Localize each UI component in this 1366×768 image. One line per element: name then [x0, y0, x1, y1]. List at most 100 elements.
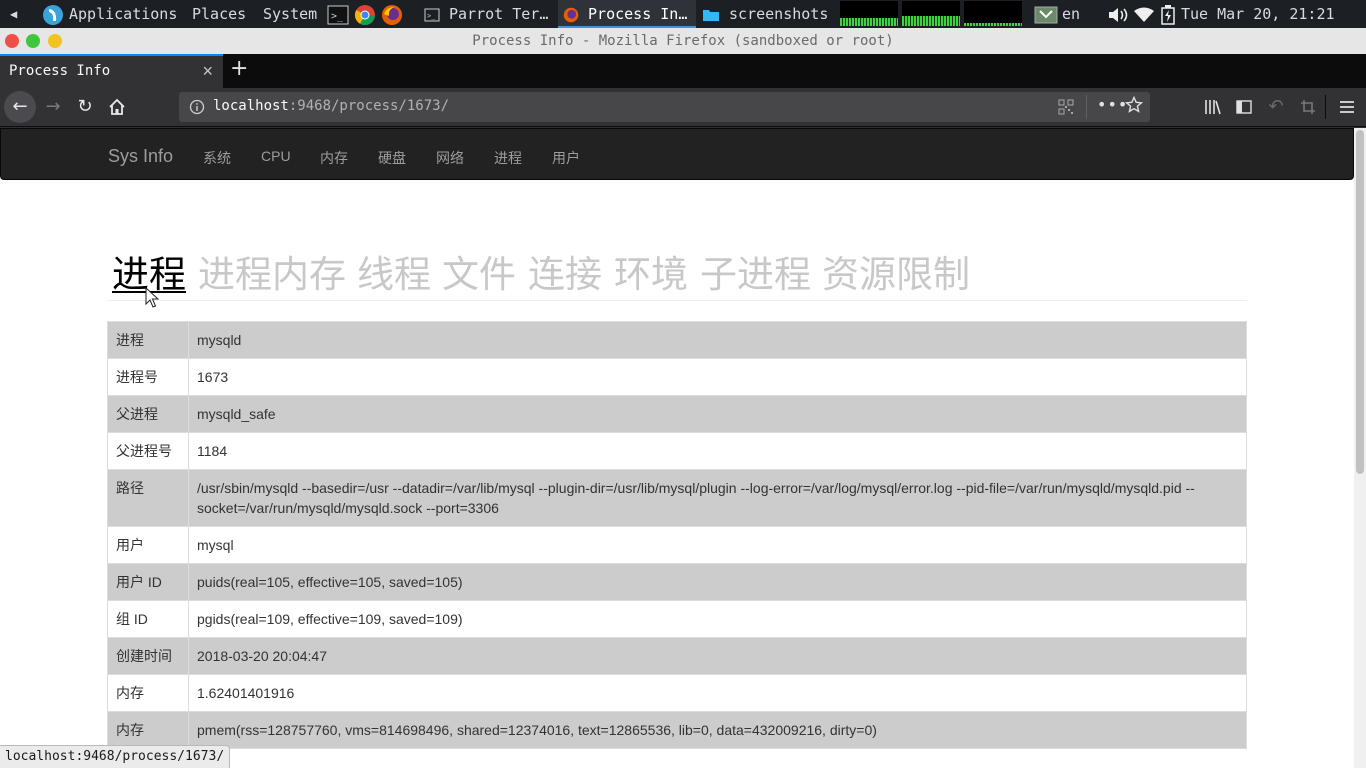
subtab-children[interactable]: 子进程: [700, 244, 811, 298]
row-value: mysql: [188, 526, 1247, 564]
battery-icon[interactable]: [1161, 0, 1175, 28]
svg-text:>_: >_: [331, 11, 344, 22]
row-key: 内存: [107, 674, 189, 712]
nav-item-process[interactable]: 进程: [494, 148, 522, 168]
back-arrow-icon[interactable]: ←: [4, 91, 36, 123]
row-value: 2018-03-20 20:04:47: [188, 637, 1247, 675]
tab-close-icon[interactable]: ×: [202, 61, 213, 82]
table-row: 内存 pmem(rss=128757760, vms=814698496, sha…: [107, 711, 1247, 749]
window-titlebar: Process Info - Mozilla Firefox (sandboxe…: [0, 28, 1366, 54]
table-row: 父进程号 1184: [107, 432, 1247, 470]
volume-icon[interactable]: [1107, 0, 1131, 28]
table-row: 组 ID pgids(real=109, effective=109, saved…: [107, 600, 1247, 638]
forward-arrow-icon[interactable]: →: [38, 93, 68, 121]
taskbar-firefox[interactable]: Process In…: [558, 0, 696, 28]
subtab-threads[interactable]: 线程: [357, 244, 431, 298]
url-path: :9468/process/1673/: [288, 98, 450, 114]
header-divider: [107, 300, 1247, 301]
menu-places[interactable]: Places: [192, 0, 246, 28]
menu-applications[interactable]: Applications: [69, 0, 177, 28]
row-value: 1184: [188, 432, 1247, 470]
row-value: puids(real=105, effective=105, saved=105…: [188, 563, 1247, 601]
table-row: 创建时间 2018-03-20 20:04:47: [107, 637, 1247, 675]
library-icon[interactable]: [1198, 93, 1228, 121]
page-actions-menu-icon[interactable]: •••: [1097, 95, 1128, 114]
screenshot-crop-icon[interactable]: [1293, 93, 1323, 121]
table-row: 父进程 mysqld_safe: [107, 395, 1247, 433]
sidebar-toggle-icon[interactable]: [1229, 93, 1259, 121]
link-status-bar: localhost:9468/process/1673/: [0, 745, 231, 768]
home-icon[interactable]: [102, 93, 132, 121]
subtab-connections[interactable]: 连接: [528, 244, 602, 298]
keyboard-icon[interactable]: [1034, 0, 1058, 28]
taskbar-files-label: screenshots: [729, 5, 829, 23]
url-host: localhost: [213, 98, 289, 114]
window-title: Process Info - Mozilla Firefox (sandboxe…: [472, 33, 894, 49]
os-top-panel: ◀ Applications Places System >_ >_ Parro…: [0, 0, 1366, 28]
nav-item-system[interactable]: 系统: [203, 148, 231, 168]
subtab-resource-limits[interactable]: 资源限制: [822, 244, 970, 298]
table-row: 用户 ID puids(real=105, effective=105, save…: [107, 563, 1247, 601]
terminal-launcher-icon[interactable]: >_: [327, 0, 349, 28]
firefox-task-icon: [563, 5, 579, 23]
browser-toolbar: ← → ↻ localhost:9468/process/1673/ ••• ↶: [0, 88, 1366, 127]
row-value: pmem(rss=128757760, vms=814698496, share…: [188, 711, 1247, 749]
row-key: 内存: [107, 711, 189, 749]
url-text[interactable]: localhost:9468/process/1673/: [213, 98, 449, 114]
firefox-launcher-icon[interactable]: [381, 0, 403, 28]
clock[interactable]: Tue Mar 20, 21:21: [1181, 0, 1335, 28]
row-key: 组 ID: [107, 600, 189, 638]
svg-text:>_: >_: [427, 12, 436, 20]
nav-item-cpu[interactable]: CPU: [261, 148, 291, 164]
process-info-table: 进程 mysqld 进程号 1673 父进程 mysqld_safe 父进程号 1184…: [107, 321, 1247, 749]
subtab-process-memory[interactable]: 进程内存: [198, 244, 346, 298]
row-key: 用户: [107, 526, 189, 564]
wifi-icon[interactable]: [1133, 0, 1155, 28]
taskbar-terminal[interactable]: >_ Parrot Ter…: [418, 0, 556, 28]
undo-close-icon[interactable]: ↶: [1261, 93, 1291, 121]
nav-item-disk[interactable]: 硬盘: [378, 148, 406, 168]
row-value: mysqld_safe: [188, 395, 1247, 433]
qr-code-icon[interactable]: [1058, 99, 1074, 120]
url-bar[interactable]: localhost:9468/process/1673/ •••: [179, 92, 1150, 122]
nav-item-memory[interactable]: 内存: [320, 148, 348, 168]
nav-item-network[interactable]: 网络: [436, 148, 464, 168]
bookmark-star-icon[interactable]: [1124, 95, 1144, 119]
terminal-task-icon: >_: [424, 5, 440, 23]
row-key: 创建时间: [107, 637, 189, 675]
taskbar-terminal-label: Parrot Ter…: [449, 5, 549, 23]
tab-process-info[interactable]: Process Info ×: [0, 54, 223, 88]
site-info-icon[interactable]: [189, 99, 205, 120]
page-scrollbar[interactable]: [1354, 128, 1366, 768]
hamburger-menu-icon[interactable]: [1332, 93, 1362, 121]
keyboard-layout-indicator[interactable]: en: [1062, 0, 1080, 28]
row-key: 用户 ID: [107, 563, 189, 601]
network-monitor-graph: [964, 1, 1022, 26]
table-row: 进程 mysqld: [107, 321, 1247, 359]
reload-icon[interactable]: ↻: [70, 93, 100, 121]
row-value: /usr/sbin/mysqld --basedir=/usr --datadi…: [188, 469, 1247, 527]
subtab-files[interactable]: 文件: [442, 244, 516, 298]
urlbar-divider: [1086, 95, 1087, 119]
menu-system[interactable]: System: [263, 0, 317, 28]
panel-left-arrow-icon[interactable]: ◀: [10, 0, 17, 28]
taskbar-files[interactable]: screenshots: [698, 0, 836, 28]
browser-tab-strip: Process Info × +: [0, 54, 1366, 88]
mouse-cursor-icon: [145, 287, 159, 308]
parrot-logo-icon[interactable]: [42, 0, 64, 28]
site-navbar: Sys Info 系统 CPU 内存 硬盘 网络 进程 用户: [0, 128, 1354, 180]
row-value: pgids(real=109, effective=109, saved=109…: [188, 600, 1247, 638]
web-content: Sys Info 系统 CPU 内存 硬盘 网络 进程 用户 进程 进程内存 线…: [0, 128, 1354, 768]
nav-item-users[interactable]: 用户: [552, 148, 580, 168]
row-key: 进程号: [107, 358, 189, 396]
cpu-monitor-graph: [840, 1, 898, 26]
tab-title: Process Info: [9, 63, 111, 79]
scrollbar-thumb[interactable]: [1356, 130, 1364, 474]
subtab-environment[interactable]: 环境: [614, 244, 688, 298]
new-tab-plus-icon[interactable]: +: [230, 56, 248, 81]
folder-icon: [702, 5, 720, 23]
site-brand[interactable]: Sys Info: [108, 146, 173, 167]
row-key: 父进程号: [107, 432, 189, 470]
chrome-launcher-icon[interactable]: [354, 0, 376, 28]
table-row: 内存 1.62401401916: [107, 674, 1247, 712]
